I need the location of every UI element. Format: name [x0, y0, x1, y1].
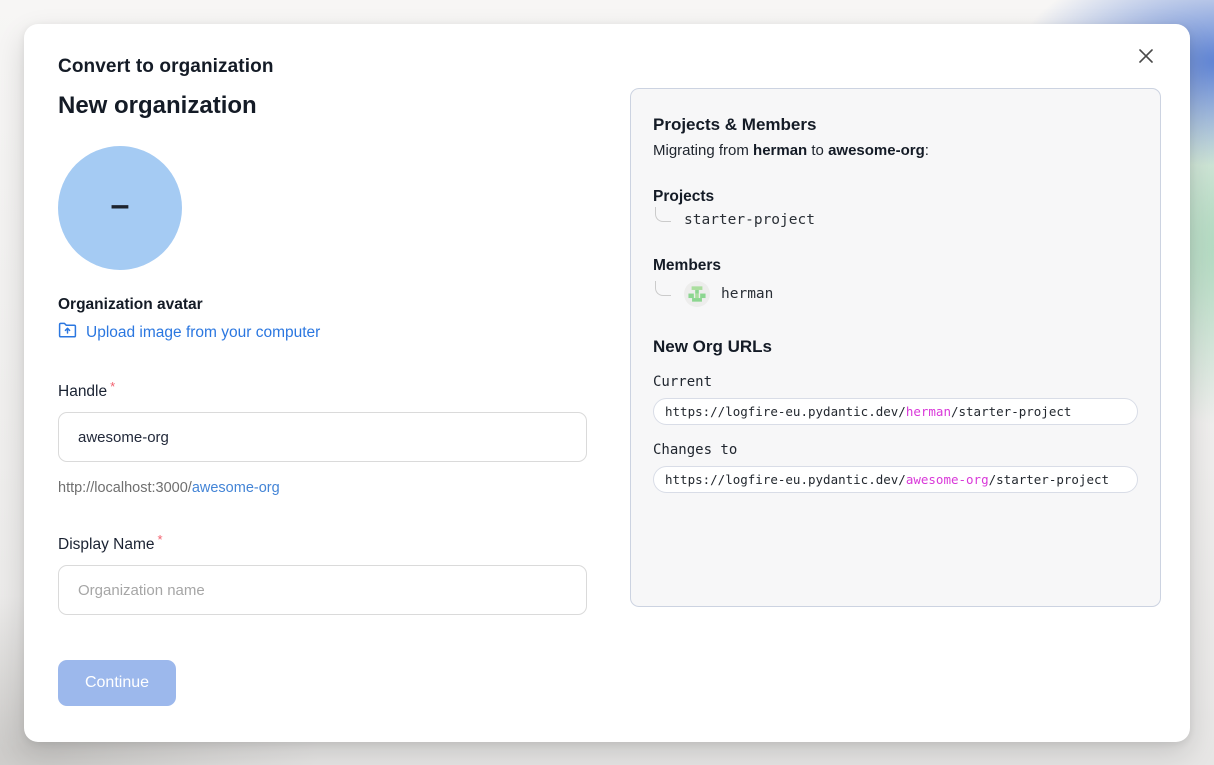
- changes-to-url-value: https://logfire-eu.pydantic.dev/awesome-…: [653, 466, 1138, 493]
- avatar-label: Organization avatar: [58, 296, 587, 314]
- handle-url-preview: http://localhost:3000/awesome-org: [58, 480, 587, 496]
- required-asterisk: *: [157, 532, 162, 547]
- convert-to-organization-modal: Convert to organization New organization…: [24, 24, 1190, 742]
- avatar-placeholder-symbol: –: [111, 188, 130, 222]
- projects-members-panel: Projects & Members Migrating from herman…: [630, 88, 1161, 607]
- handle-input[interactable]: [58, 412, 587, 462]
- organization-avatar: –: [58, 146, 182, 270]
- panel-heading: Projects & Members: [653, 115, 1138, 135]
- current-url-label: Current: [653, 374, 1138, 390]
- migrating-summary: Migrating from herman to awesome-org:: [653, 142, 1138, 159]
- required-asterisk: *: [110, 379, 115, 394]
- url-preview-handle: awesome-org: [192, 480, 280, 496]
- project-list-item: starter-project: [653, 212, 1138, 228]
- current-url-value: https://logfire-eu.pydantic.dev/herman/s…: [653, 398, 1138, 425]
- close-button[interactable]: [1128, 42, 1164, 70]
- display-name-input[interactable]: [58, 565, 587, 615]
- projects-heading: Projects: [653, 188, 1138, 206]
- new-organization-form: New organization – Organization avatar U…: [58, 78, 587, 706]
- migrating-from-name: herman: [753, 142, 807, 159]
- display-name-label: Display Name*: [58, 532, 587, 554]
- changes-to-url-label: Changes to: [653, 442, 1138, 458]
- upload-image-link[interactable]: Upload image from your computer: [58, 322, 587, 343]
- form-heading: New organization: [58, 92, 587, 120]
- member-identicon-avatar: [684, 281, 710, 307]
- modal-content: New organization – Organization avatar U…: [24, 78, 1190, 706]
- close-icon: [1136, 46, 1156, 66]
- continue-button[interactable]: Continue: [58, 660, 176, 706]
- url-preview-prefix: http://localhost:3000/: [58, 480, 192, 496]
- migrating-to-name: awesome-org: [828, 142, 925, 159]
- changes-url-highlight: awesome-org: [906, 472, 989, 487]
- member-name: herman: [721, 286, 773, 302]
- modal-header: Convert to organization: [24, 24, 1190, 78]
- modal-title: Convert to organization: [58, 56, 274, 78]
- tree-branch-icon: [655, 207, 671, 222]
- project-name: starter-project: [684, 212, 815, 228]
- new-org-urls-heading: New Org URLs: [653, 337, 1138, 357]
- folder-upload-icon: [58, 322, 77, 343]
- member-list-item: herman: [653, 281, 1138, 307]
- tree-branch-icon: [655, 281, 671, 296]
- current-url-highlight: herman: [906, 404, 951, 419]
- upload-link-label: Upload image from your computer: [86, 324, 320, 342]
- members-heading: Members: [653, 257, 1138, 275]
- handle-label: Handle*: [58, 379, 587, 401]
